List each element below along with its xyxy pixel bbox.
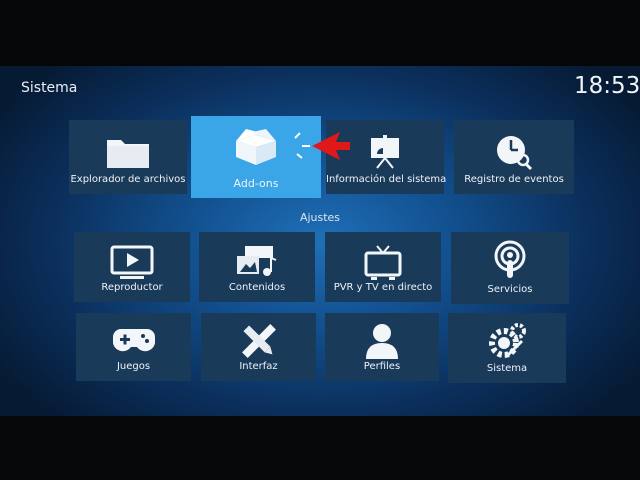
presentation-icon <box>361 132 409 172</box>
tile-label: Servicios <box>487 284 533 295</box>
tile-label: Juegos <box>116 361 151 372</box>
tile-label: PVR y TV en directo <box>333 282 433 293</box>
section-heading-ajustes: Ajustes <box>299 211 341 224</box>
tile-label: Sistema <box>486 363 528 374</box>
tile-content[interactable]: Contenidos <box>199 232 315 302</box>
top-bezel <box>0 0 640 66</box>
bottom-bezel <box>0 416 640 480</box>
clock: 18:53 <box>574 73 640 99</box>
media-library-icon <box>233 242 281 282</box>
tile-label: Contenidos <box>228 282 286 293</box>
tile-games[interactable]: Juegos <box>76 313 191 381</box>
tile-pvr-tv[interactable]: PVR y TV en directo <box>325 232 441 302</box>
folder-icon <box>104 132 152 172</box>
tile-label: Reproductor <box>101 282 163 293</box>
tile-interface[interactable]: Interfaz <box>201 313 316 381</box>
tile-label: Explorador de archivos <box>70 174 186 185</box>
monitor-play-icon <box>108 242 156 282</box>
podcast-icon <box>486 240 534 280</box>
red-arrow-icon <box>292 128 352 168</box>
page-title: Sistema <box>21 80 78 96</box>
tile-services[interactable]: Servicios <box>451 232 569 304</box>
pencil-ruler-icon <box>235 321 283 361</box>
tile-label: Interfaz <box>239 361 278 372</box>
tile-label: Add-ons <box>233 177 279 190</box>
tile-label: Perfiles <box>363 361 401 372</box>
user-icon <box>358 321 406 361</box>
tile-label: Información del sistema <box>326 174 447 185</box>
gears-icon <box>483 321 531 361</box>
tv-icon <box>359 242 407 282</box>
open-box-icon <box>232 126 280 166</box>
tile-event-log[interactable]: Registro de eventos <box>454 120 574 194</box>
tile-player[interactable]: Reproductor <box>74 232 190 302</box>
gamepad-icon <box>110 321 158 361</box>
tile-system[interactable]: Sistema <box>448 313 566 383</box>
tile-file-manager[interactable]: Explorador de archivos <box>69 120 187 194</box>
clock-search-icon <box>490 132 538 172</box>
tile-label: Registro de eventos <box>464 174 564 185</box>
tile-profiles[interactable]: Perfiles <box>325 313 439 381</box>
